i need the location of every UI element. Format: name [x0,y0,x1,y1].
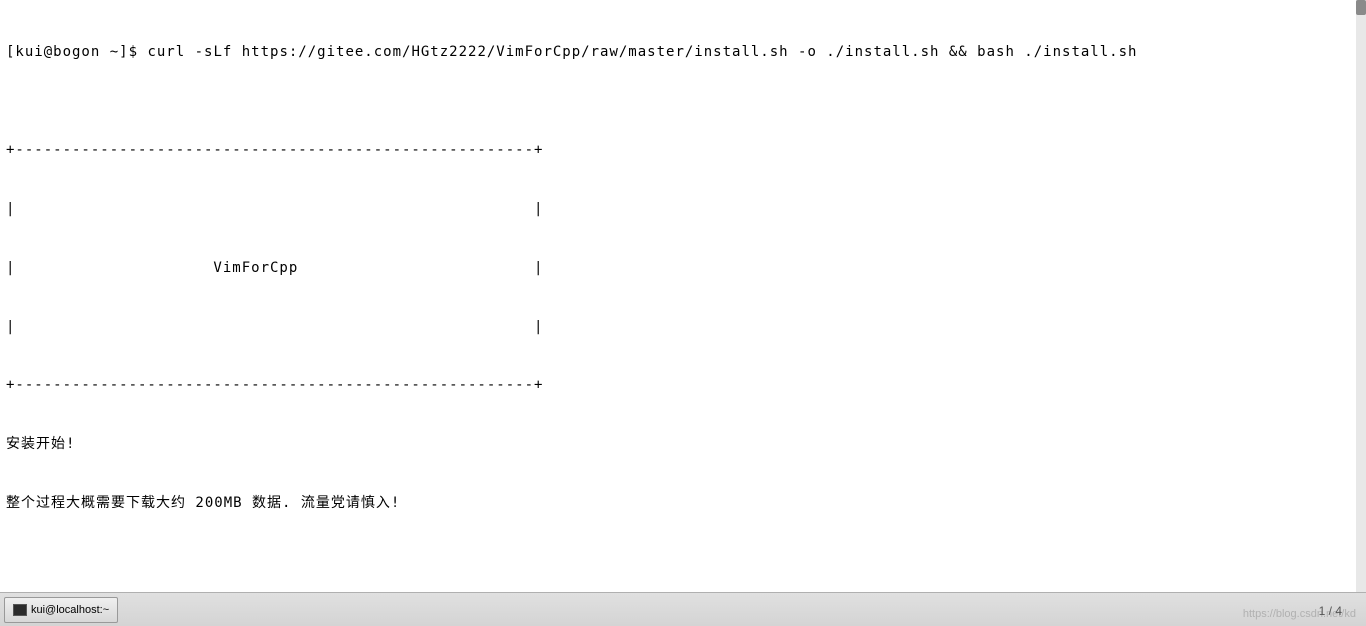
prompt-line: [kui@bogon ~]$ curl -sLf https://gitee.c… [6,43,1360,63]
output-line: +---------------------------------------… [6,376,1360,396]
taskbar: kui@localhost:~ https://blog.csdn.net/kd… [0,592,1366,626]
scrollbar-thumb[interactable] [1356,0,1366,15]
output-line: | VimForCpp | [6,259,1360,279]
taskbar-item-label: kui@localhost:~ [31,604,109,616]
terminal-icon [13,604,27,616]
scrollbar-track[interactable] [1356,0,1366,592]
output-line: | | [6,318,1360,338]
shell-command: curl -sLf https://gitee.com/HGtz2222/Vim… [147,44,1137,60]
output-line: 安装开始! [6,435,1360,455]
taskbar-terminal-item[interactable]: kui@localhost:~ [4,597,118,623]
shell-prompt: [kui@bogon ~]$ [6,44,147,60]
page-indicator: 1 / 4 [1319,604,1342,618]
terminal-output[interactable]: [kui@bogon ~]$ curl -sLf https://gitee.c… [0,0,1366,592]
output-line: +---------------------------------------… [6,141,1360,161]
output-line: 整个过程大概需要下载大约 200MB 数据. 流量党请慎入! [6,494,1360,514]
output-line: | | [6,200,1360,220]
